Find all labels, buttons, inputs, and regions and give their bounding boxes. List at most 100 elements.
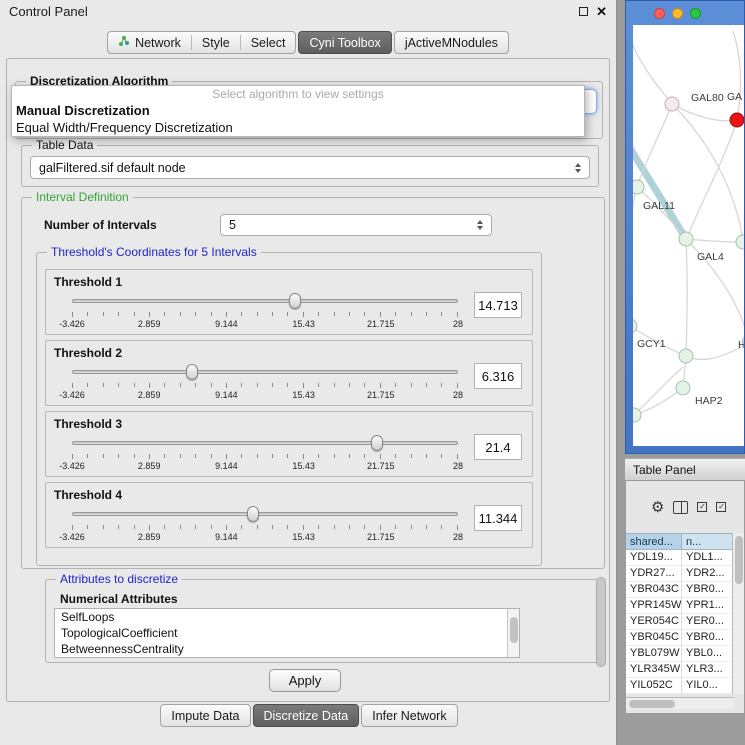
network-edge[interactable] — [686, 239, 743, 242]
threshold-slider-3[interactable]: -3.4262.8599.14415.4321.71528 — [72, 434, 458, 474]
slider-thumb[interactable] — [247, 506, 259, 522]
threshold-value-field[interactable]: 11.344 — [474, 505, 522, 531]
tab-label: Network — [135, 36, 181, 50]
table-row[interactable]: YBR045CYBR0... — [626, 630, 734, 646]
network-edge[interactable] — [633, 187, 637, 326]
slider-track[interactable] — [72, 299, 458, 303]
network-node[interactable] — [736, 235, 744, 249]
table-hscroll-thumb[interactable] — [629, 700, 675, 708]
table-row[interactable]: YIL052CYIL0... — [626, 678, 734, 694]
checkbox-icon-1[interactable]: ✓ — [697, 502, 707, 512]
table-row[interactable]: YDL19...YDL1... — [626, 550, 734, 566]
threshold-value-field[interactable]: 21.4 — [474, 434, 522, 460]
dropdown-option-equal-width-frequency[interactable]: Equal Width/Frequency Discretization — [12, 119, 584, 136]
close-icon[interactable]: ✕ — [596, 5, 607, 18]
network-edge[interactable] — [689, 120, 737, 233]
tick-mark — [380, 454, 381, 459]
tab-style[interactable]: Style — [192, 32, 240, 53]
list-item[interactable]: SelfLoops — [55, 609, 519, 625]
network-node-ga[interactable] — [730, 113, 744, 127]
network-node-hap2[interactable] — [676, 381, 690, 395]
slider-thumb[interactable] — [186, 364, 198, 380]
list-item[interactable]: BetweennessCentrality — [55, 641, 519, 657]
tab-jactivemnodules[interactable]: jActiveMNodules — [394, 31, 509, 54]
threshold-value-field[interactable]: 6.316 — [474, 363, 522, 389]
tick-mark — [349, 383, 350, 387]
table-data-value: galFiltered.sif default node — [31, 161, 570, 175]
table-horizontal-scrollbar[interactable] — [626, 697, 734, 709]
network-node-gal4[interactable] — [679, 232, 693, 246]
network-edge[interactable] — [686, 343, 744, 359]
bottom-tab-infer-network[interactable]: Infer Network — [361, 704, 457, 727]
list-item[interactable]: TopologicalCoefficient — [55, 625, 519, 641]
table-row[interactable]: YDR27...YDR2... — [626, 566, 734, 582]
network-node-gal80[interactable] — [665, 97, 679, 111]
slider-track[interactable] — [72, 370, 458, 374]
table-data-combobox[interactable]: galFiltered.sif default node — [30, 156, 590, 179]
tick-mark — [334, 383, 335, 387]
threshold-slider-2[interactable]: -3.4262.8599.14415.4321.71528 — [72, 363, 458, 403]
numerical-attributes-list[interactable]: SelfLoopsTopologicalCoefficientBetweenne… — [54, 608, 520, 658]
network-node-label: HAP2 — [695, 395, 723, 407]
bottom-tab-impute-data[interactable]: Impute Data — [160, 704, 250, 727]
network-canvas[interactable]: GAL80GAGAL11GAL4GCY1HAP2H — [633, 25, 744, 446]
table-header-row: shared...n... — [626, 533, 734, 550]
threshold-panel-3: Threshold 3-3.4262.8599.14415.4321.71528… — [45, 411, 533, 477]
threshold-value-field[interactable]: 14.713 — [474, 292, 522, 318]
list-scrollbar[interactable] — [507, 609, 519, 657]
tick-mark — [411, 312, 412, 316]
slider-track[interactable] — [72, 512, 458, 516]
table-row[interactable]: YBL079WYBL0... — [626, 646, 734, 662]
tick-mark — [272, 525, 273, 529]
table-row[interactable]: YLR345WYLR3... — [626, 662, 734, 678]
network-edge[interactable] — [634, 388, 683, 415]
network-node-gcy1[interactable] — [633, 319, 637, 333]
network-edge[interactable] — [672, 104, 737, 121]
tick-mark — [457, 454, 458, 459]
network-edge[interactable] — [733, 31, 740, 120]
apply-button[interactable]: Apply — [269, 669, 341, 692]
close-traffic-light-icon[interactable] — [654, 8, 665, 19]
slider-thumb[interactable] — [371, 435, 383, 451]
tab-cyni-toolbox[interactable]: Cyni Toolbox — [298, 31, 391, 54]
tab-label: Style — [202, 36, 230, 50]
tick-mark — [441, 525, 442, 529]
network-node[interactable] — [679, 349, 693, 363]
slider-track[interactable] — [72, 441, 458, 445]
table-vertical-scrollbar[interactable] — [732, 533, 744, 694]
dropdown-option-manual-discretization[interactable]: Manual Discretization — [12, 102, 584, 119]
columns-icon[interactable] — [673, 501, 688, 514]
threshold-slider-1[interactable]: -3.4262.8599.14415.4321.71528 — [72, 292, 458, 332]
network-edge[interactable] — [633, 33, 672, 104]
float-window-icon[interactable] — [579, 7, 588, 16]
table-cell: YBR043C — [626, 582, 682, 598]
table-vscroll-thumb[interactable] — [735, 536, 743, 584]
network-edge[interactable] — [686, 239, 687, 356]
minimize-traffic-light-icon[interactable] — [672, 8, 683, 19]
slider-thumb[interactable] — [289, 293, 301, 309]
table-row[interactable]: YER054CYER0... — [626, 614, 734, 630]
network-edge[interactable] — [634, 367, 683, 415]
threshold-slider-4[interactable]: -3.4262.8599.14415.4321.71528 — [72, 505, 458, 545]
panel-scrollbar[interactable] — [596, 577, 606, 667]
network-node-gal11[interactable] — [633, 180, 644, 194]
table-panel: ⚙ ✓ ✓ shared...n...YDL19...YDL1...YDR27...… — [625, 481, 745, 714]
table-row[interactable]: YPR145WYPR1... — [626, 598, 734, 614]
bottom-tab-discretize-data[interactable]: Discretize Data — [253, 704, 360, 727]
gear-icon[interactable]: ⚙ — [651, 500, 664, 515]
list-scrollbar-thumb[interactable] — [510, 617, 518, 643]
zoom-traffic-light-icon[interactable] — [690, 8, 701, 19]
table-row[interactable]: YBR043CYBR0... — [626, 582, 734, 598]
column-header-1[interactable]: shared... — [626, 533, 682, 550]
tick-mark — [272, 312, 273, 316]
column-header-2[interactable]: n... — [682, 533, 734, 550]
tick-mark — [134, 525, 135, 529]
panel-scrollbar-thumb[interactable] — [596, 577, 606, 667]
number-of-intervals-combobox[interactable]: 5 — [220, 214, 492, 236]
tick-mark — [441, 454, 442, 458]
scale-label: 28 — [453, 461, 463, 471]
threshold-panel-2: Threshold 2-3.4262.8599.14415.4321.71528… — [45, 340, 533, 406]
checkbox-icon-2[interactable]: ✓ — [716, 502, 726, 512]
tab-network[interactable]: Network — [108, 32, 191, 53]
tab-select[interactable]: Select — [241, 32, 296, 53]
